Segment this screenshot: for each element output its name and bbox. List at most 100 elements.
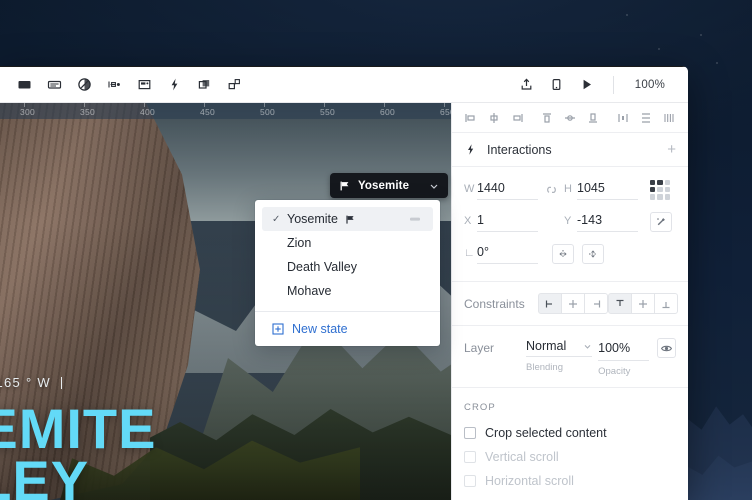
align-middle-vertical-icon[interactable]: [559, 107, 581, 129]
crop-title: CROP: [464, 402, 496, 413]
link-aspect-icon[interactable]: [538, 183, 564, 196]
layer-label: Layer: [464, 341, 495, 355]
alignment-toolbar: [452, 103, 688, 133]
symbol-icon[interactable]: [130, 72, 158, 98]
mask-icon[interactable]: [70, 72, 98, 98]
hero-coordinates: .5165 ° W: [0, 375, 62, 390]
distribute-horizontal-icon[interactable]: [612, 107, 634, 129]
pin-bottom-icon[interactable]: [654, 293, 678, 314]
lightning-icon: [464, 143, 477, 156]
toolbar-divider: [612, 75, 614, 94]
opacity-value: 100%: [598, 341, 631, 355]
y-field[interactable]: Y -143: [564, 211, 638, 232]
fix-height-icon[interactable]: [631, 293, 655, 314]
x-field[interactable]: X 1: [464, 211, 538, 232]
new-state-button[interactable]: New state: [262, 312, 433, 346]
dropdown-item-label: Death Valley: [287, 260, 357, 274]
state-selector-button[interactable]: Yosemite: [330, 173, 448, 198]
x-value[interactable]: 1: [477, 213, 484, 227]
vertical-scroll-label: Vertical scroll: [485, 450, 559, 464]
hero-title: SEMITE LLEY: [0, 397, 157, 500]
align-top-icon[interactable]: [536, 107, 558, 129]
layer-row: Layer Normal Blending 100% Opacity: [452, 326, 688, 388]
distribute-vertical-icon[interactable]: [635, 107, 657, 129]
constraints-vertical-group: [608, 293, 678, 314]
ruler-tick: 600: [380, 107, 396, 117]
state-selector-label: Yosemite: [358, 179, 410, 192]
grid-distribute-icon[interactable]: [658, 107, 680, 129]
flag-icon: [345, 214, 356, 225]
components-icon[interactable]: [220, 72, 248, 98]
distribute-group: [612, 107, 680, 129]
align-horizontal-group: [460, 107, 528, 129]
dropdown-item-mohave[interactable]: Mohave: [262, 279, 433, 303]
height-value[interactable]: 1045: [577, 181, 605, 195]
horizontal-scroll-label: Horizontal scroll: [485, 474, 574, 488]
artboard-icon[interactable]: [10, 72, 38, 98]
rotation-value[interactable]: 0°: [477, 245, 489, 259]
export-icon[interactable]: [513, 72, 541, 98]
size-row: W 1440 H 1045: [464, 179, 676, 200]
width-field[interactable]: W 1440: [464, 179, 538, 200]
crop-section: CROP Crop selected content Vertical scro…: [452, 388, 688, 500]
lightning-icon[interactable]: [160, 72, 188, 98]
play-icon[interactable]: [573, 72, 601, 98]
add-interaction-button[interactable]: +: [667, 142, 676, 157]
align-center-horizontal-icon[interactable]: [483, 107, 505, 129]
opacity-field[interactable]: 100% Opacity: [598, 339, 649, 377]
duplicate-icon[interactable]: [190, 72, 218, 98]
fix-width-icon[interactable]: [561, 293, 585, 314]
toolbar-right-group: 100%: [513, 72, 688, 98]
constraints-horizontal-group: [538, 293, 608, 314]
toolbar-left-group: [0, 72, 248, 98]
checkbox[interactable]: [464, 427, 476, 439]
ruler-tick: 500: [260, 107, 276, 117]
blending-value: Normal: [526, 339, 567, 353]
app-root: 100% .5165 ° W SEMITE LLEY: [0, 0, 752, 500]
ruler-tick: 350: [80, 107, 96, 117]
rotation-label: ∟: [464, 247, 475, 259]
checkbox: [464, 451, 476, 463]
align-left-icon[interactable]: [460, 107, 482, 129]
crop-selected-content-row[interactable]: Crop selected content: [452, 421, 688, 445]
dropdown-item-death-valley[interactable]: Death Valley: [262, 255, 433, 279]
slice-icon[interactable]: [40, 72, 68, 98]
design-app-window: 100% .5165 ° W SEMITE LLEY: [0, 66, 688, 500]
height-field[interactable]: H 1045: [564, 179, 638, 200]
dropdown-item-zion[interactable]: Zion: [262, 231, 433, 255]
pin-left-icon[interactable]: [538, 293, 562, 314]
align-vertical-group: [536, 107, 604, 129]
width-value[interactable]: 1440: [477, 181, 505, 195]
pin-right-icon[interactable]: [584, 293, 608, 314]
rotation-field[interactable]: ∟ 0°: [464, 243, 538, 264]
flip-horizontal-icon[interactable]: [552, 243, 574, 264]
ruler-tick: 650: [440, 107, 451, 117]
check-icon: ✓: [272, 213, 281, 225]
state-dropdown-menu: ✓ Yosemite Zion Death Valley Mohave New …: [255, 200, 440, 346]
canvas-ruler-horizontal[interactable]: 300 350 400 450 500 550 600 650: [0, 103, 451, 119]
device-preview-icon[interactable]: [543, 72, 571, 98]
rotation-row: ∟ 0°: [464, 243, 676, 264]
flip-vertical-icon[interactable]: [582, 243, 604, 264]
inspector-panel: Interactions + W 1440 H 1045 X 1 Y -143 …: [451, 103, 688, 500]
zoom-level-value[interactable]: 100%: [626, 76, 674, 94]
flag-icon: [339, 180, 351, 192]
eye-icon[interactable]: [656, 338, 676, 358]
position-row: X 1 Y -143: [464, 211, 676, 232]
dropdown-item-yosemite[interactable]: ✓ Yosemite: [262, 207, 433, 231]
align-bottom-icon[interactable]: [582, 107, 604, 129]
distribute-icon[interactable]: [100, 72, 128, 98]
align-right-icon[interactable]: [506, 107, 528, 129]
pin-top-icon[interactable]: [608, 293, 632, 314]
more-options-icon[interactable]: [409, 214, 421, 224]
blending-select[interactable]: Normal Blending: [526, 339, 593, 373]
app-toolbar: 100%: [0, 67, 688, 103]
dropdown-item-label: Yosemite: [287, 212, 338, 226]
hero-coordinates-text: .5165 ° W: [0, 375, 51, 390]
y-value[interactable]: -143: [577, 213, 602, 227]
constraints-label: Constraints: [464, 296, 525, 311]
magic-wand-icon[interactable]: [650, 211, 672, 232]
grid-nine-icon[interactable]: [650, 179, 670, 200]
height-label: H: [564, 183, 572, 195]
hero-title-line1: SEMITE: [0, 397, 157, 460]
